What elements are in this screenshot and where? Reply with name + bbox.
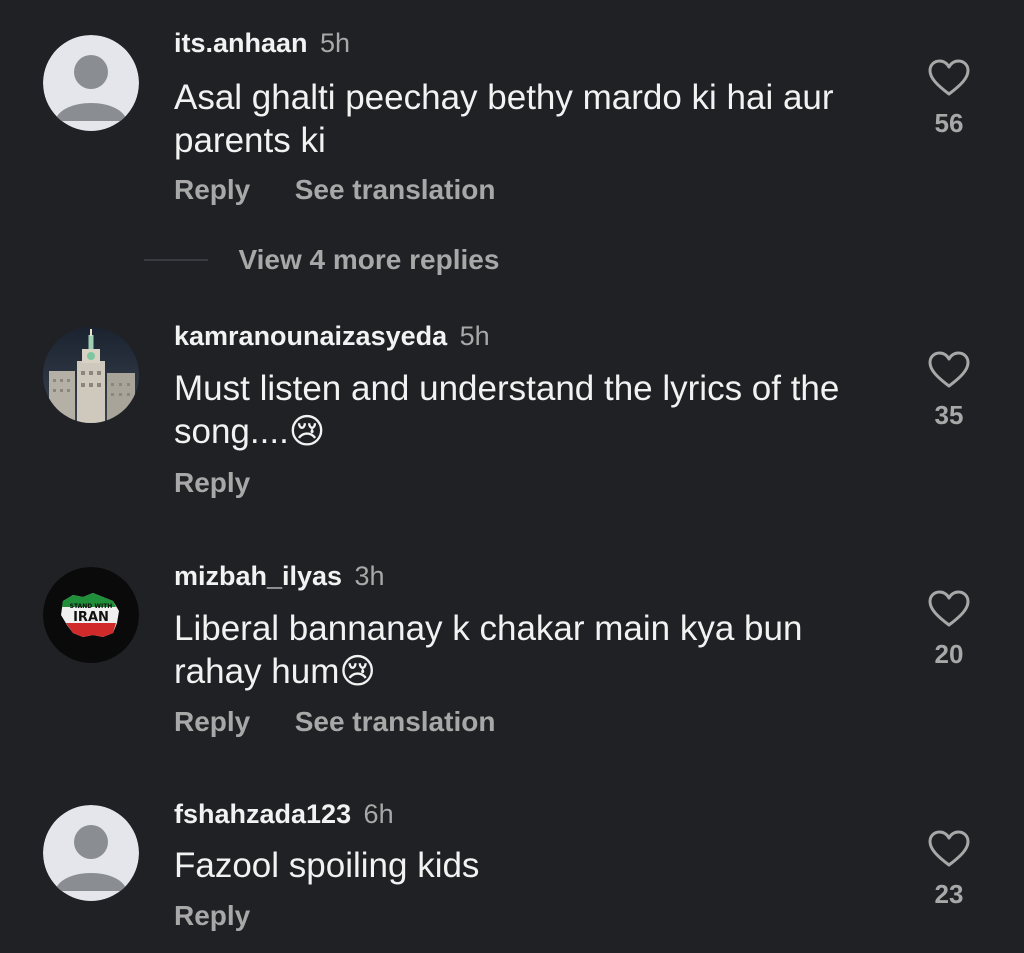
username[interactable]: fshahzada123: [174, 799, 351, 829]
default-avatar-icon: [43, 35, 139, 131]
username[interactable]: its.anhaan: [174, 28, 308, 58]
username[interactable]: kamranounaizasyeda: [174, 321, 447, 351]
reply-button[interactable]: Reply: [174, 174, 250, 205]
username[interactable]: mizbah_ilyas: [174, 561, 342, 591]
view-more-replies-label: View 4 more replies: [238, 244, 500, 275]
see-translation-button[interactable]: See translation: [295, 706, 496, 737]
like-button[interactable]: 35: [918, 350, 980, 431]
timestamp: 6h: [363, 799, 394, 829]
timestamp: 5h: [320, 28, 351, 58]
timestamp: 5h: [459, 321, 490, 351]
reply-button[interactable]: Reply: [174, 900, 250, 931]
divider: [144, 259, 208, 261]
clock-tower-photo-icon: [43, 327, 139, 423]
reply-button[interactable]: Reply: [174, 706, 250, 737]
comment-text: Fazool spoiling kids: [174, 846, 480, 885]
avatar[interactable]: [43, 35, 139, 131]
like-count: 23: [934, 879, 964, 909]
heart-icon: [928, 830, 970, 867]
like-count: 56: [934, 108, 964, 138]
like-button[interactable]: 23: [918, 829, 980, 910]
heart-icon: [928, 351, 970, 388]
avatar[interactable]: [43, 805, 139, 901]
heart-icon: [928, 59, 970, 96]
avatar[interactable]: [43, 327, 139, 423]
avatar-caption-large: IRAN: [73, 610, 109, 625]
comments-screen: its.anhaan 5h Asal ghalti peechay bethy …: [0, 0, 1024, 953]
avatar[interactable]: STAND WITH IRAN: [43, 567, 139, 663]
like-count: 20: [934, 639, 964, 669]
comment-text: Asal ghalti peechay bethy mardo ki hai a…: [174, 78, 834, 160]
like-count: 35: [934, 400, 964, 430]
reply-button[interactable]: Reply: [174, 467, 250, 498]
avatar-caption-small: STAND WITH: [70, 603, 113, 610]
comment-text: Liberal bannanay k chakar main kya bun r…: [174, 609, 803, 691]
stand-with-iran-map-icon: STAND WITH IRAN: [43, 567, 139, 663]
default-avatar-icon: [43, 805, 139, 901]
comment-text: Must listen and understand the lyrics of…: [174, 369, 840, 451]
like-button[interactable]: 20: [918, 589, 980, 670]
view-more-replies-button[interactable]: View 4 more replies: [144, 240, 499, 280]
like-button[interactable]: 56: [918, 58, 980, 139]
see-translation-button[interactable]: See translation: [295, 174, 496, 205]
timestamp: 3h: [354, 561, 385, 591]
heart-icon: [928, 590, 970, 627]
